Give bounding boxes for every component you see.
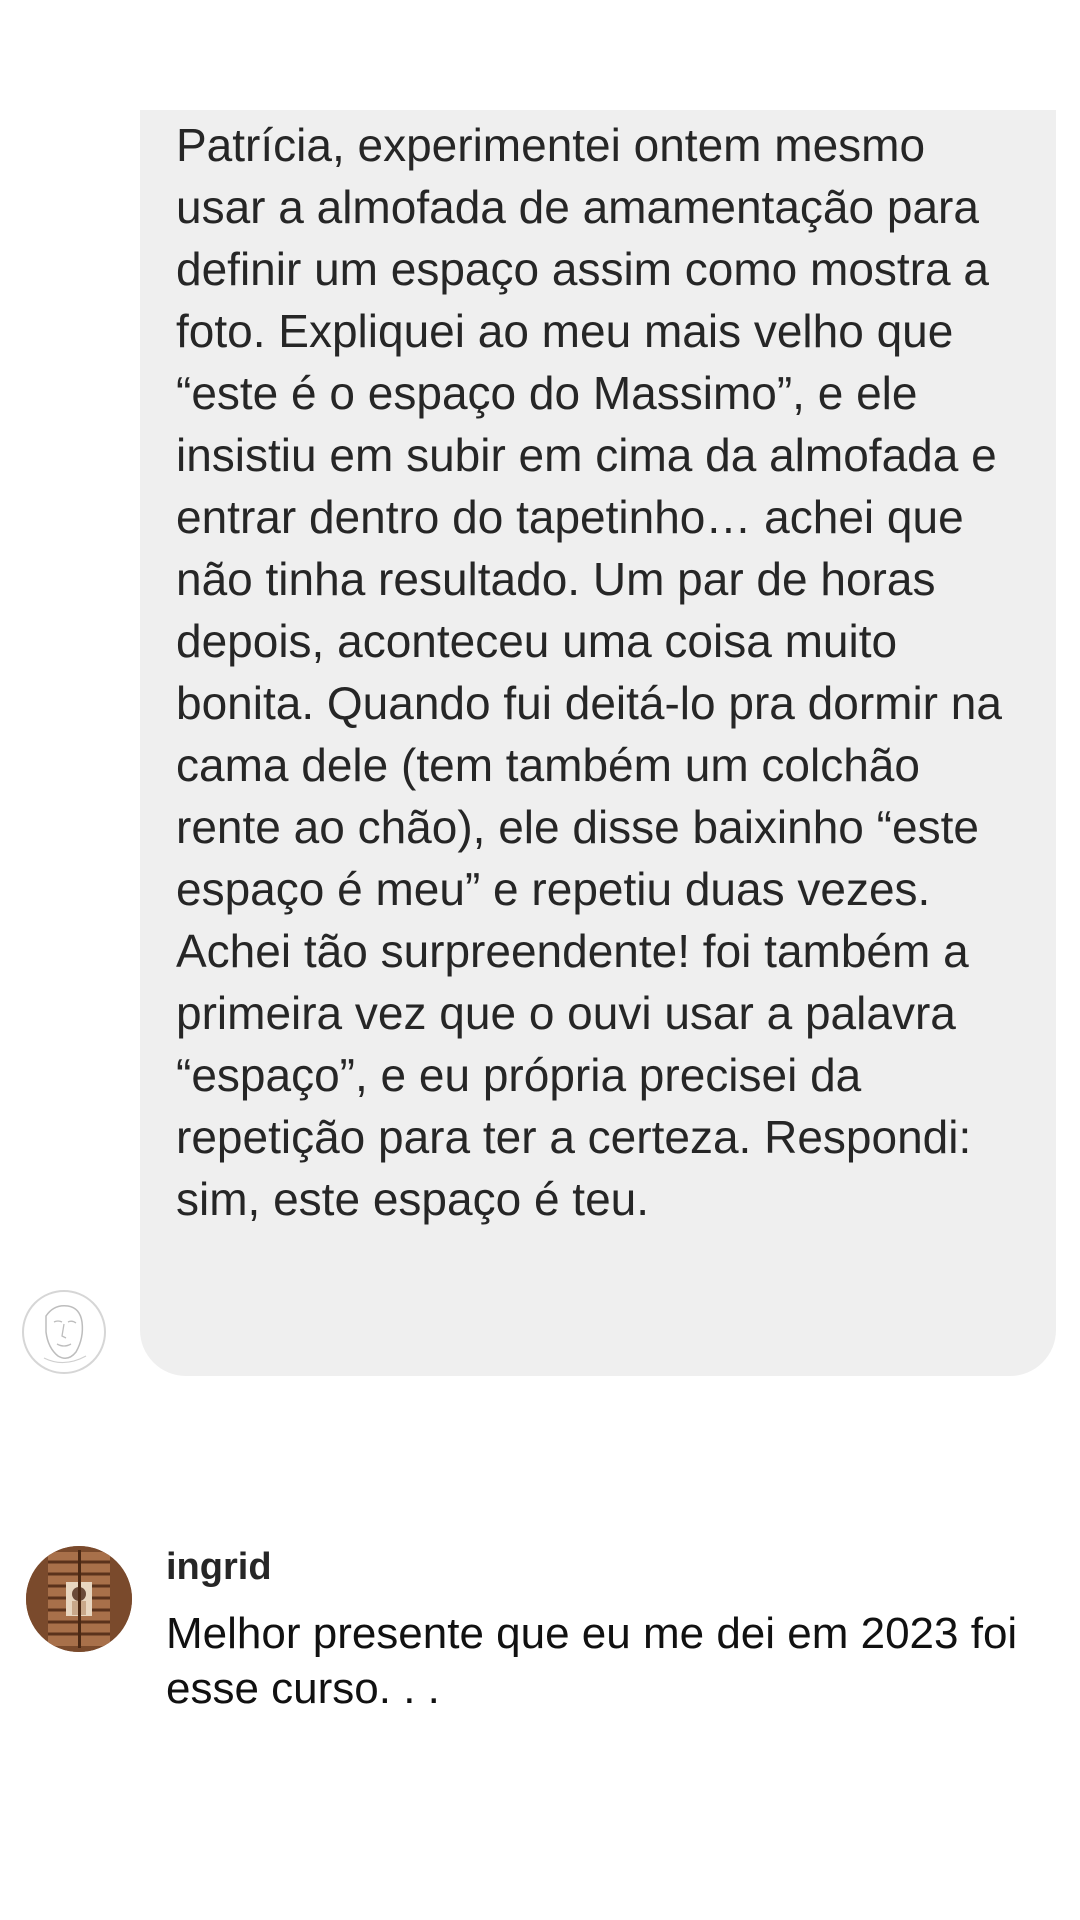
commenter-avatar[interactable] [26,1546,132,1652]
message-text: Patrícia, experimentei ontem mesmo usar … [176,119,1002,1225]
comment-username[interactable]: ingrid [166,1544,272,1590]
sender-avatar[interactable] [22,1290,106,1374]
sketch-face-icon [43,1304,87,1364]
window-shutter-photo-icon [26,1546,132,1652]
message-bubble[interactable]: Patrícia, experimentei ontem mesmo usar … [140,110,1056,1376]
comment-text: Melhor presente que eu me dei em 2023 fo… [166,1609,1018,1713]
comment-item: ingrid Melhor presente que eu me dei em … [0,1540,1080,1740]
